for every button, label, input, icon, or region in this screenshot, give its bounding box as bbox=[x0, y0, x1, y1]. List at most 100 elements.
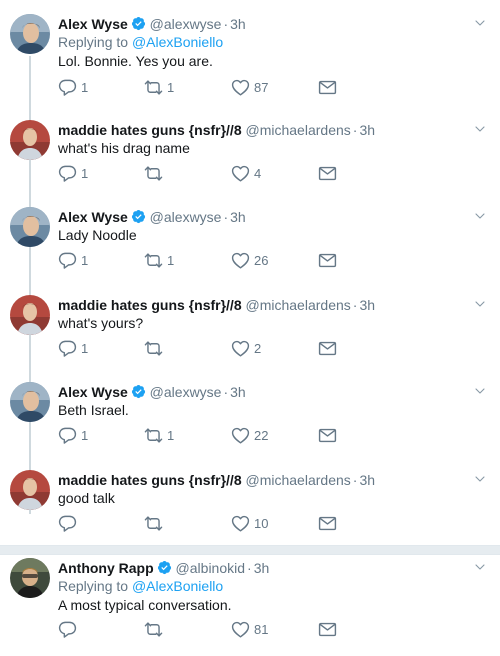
like-count: 10 bbox=[254, 516, 269, 531]
user-handle[interactable]: @alexwyse bbox=[150, 384, 222, 400]
section-divider bbox=[0, 545, 500, 555]
like-icon bbox=[231, 514, 250, 533]
tweet-header: maddie hates guns {nsfr}//8 @michaelarde… bbox=[58, 297, 375, 314]
display-name[interactable]: Alex Wyse bbox=[58, 384, 128, 400]
like-button[interactable]: 2 bbox=[231, 339, 261, 358]
user-handle[interactable]: @alexwyse bbox=[150, 209, 222, 225]
separator-dot: · bbox=[223, 209, 229, 225]
retweet-button[interactable] bbox=[144, 514, 167, 533]
like-count: 4 bbox=[254, 166, 262, 181]
retweet-button[interactable] bbox=[144, 164, 167, 183]
timestamp[interactable]: 3h bbox=[230, 384, 246, 400]
reply-button[interactable] bbox=[58, 514, 81, 533]
user-handle[interactable]: @michaelardens bbox=[246, 297, 351, 313]
like-count: 2 bbox=[254, 341, 262, 356]
chevron-down-icon[interactable] bbox=[474, 17, 486, 29]
retweet-count: 1 bbox=[167, 253, 175, 268]
like-button[interactable]: 4 bbox=[231, 164, 261, 183]
avatar[interactable] bbox=[10, 470, 50, 510]
replying-to: Replying to @AlexBoniello bbox=[58, 578, 223, 594]
like-button[interactable]: 81 bbox=[231, 620, 268, 639]
display-name[interactable]: Anthony Rapp bbox=[58, 560, 154, 576]
action-bar: 1 2 bbox=[58, 339, 358, 361]
like-button[interactable]: 10 bbox=[231, 514, 268, 533]
tweet[interactable]: Alex Wyse @alexwyse · 3h Lady Noodle 1 1 2… bbox=[0, 207, 500, 279]
reply-button[interactable]: 1 bbox=[58, 251, 88, 270]
user-handle[interactable]: @michaelardens bbox=[246, 122, 351, 138]
tweet-text: good talk bbox=[58, 490, 115, 506]
avatar[interactable] bbox=[10, 382, 50, 422]
display-name[interactable]: Alex Wyse bbox=[58, 209, 128, 225]
tweet[interactable]: maddie hates guns {nsfr}//8 @michaelarde… bbox=[0, 470, 500, 542]
chevron-down-icon[interactable] bbox=[474, 473, 486, 485]
retweet-icon bbox=[144, 426, 163, 445]
direct-message-button[interactable] bbox=[318, 514, 337, 533]
like-button[interactable]: 87 bbox=[231, 78, 268, 97]
user-handle[interactable]: @michaelardens bbox=[246, 472, 351, 488]
avatar[interactable] bbox=[10, 295, 50, 335]
reply-button[interactable]: 1 bbox=[58, 339, 88, 358]
reply-button[interactable]: 1 bbox=[58, 78, 88, 97]
like-icon bbox=[231, 78, 250, 97]
retweet-button[interactable] bbox=[144, 620, 167, 639]
retweet-button[interactable]: 1 bbox=[144, 78, 174, 97]
display-name[interactable]: maddie hates guns {nsfr}//8 bbox=[58, 122, 242, 138]
reply-button[interactable] bbox=[58, 620, 81, 639]
timestamp[interactable]: 3h bbox=[359, 297, 375, 313]
action-bar: 1 1 26 bbox=[58, 251, 358, 273]
display-name[interactable]: maddie hates guns {nsfr}//8 bbox=[58, 472, 242, 488]
avatar[interactable] bbox=[10, 558, 50, 598]
user-handle[interactable]: @albinokid bbox=[176, 560, 245, 576]
retweet-count: 1 bbox=[167, 428, 175, 443]
reply-icon bbox=[58, 164, 77, 183]
direct-message-button[interactable] bbox=[318, 164, 337, 183]
tweet[interactable]: maddie hates guns {nsfr}//8 @michaelarde… bbox=[0, 120, 500, 192]
chevron-down-icon[interactable] bbox=[474, 561, 486, 573]
timestamp[interactable]: 3h bbox=[230, 209, 246, 225]
direct-message-button[interactable] bbox=[318, 426, 337, 445]
direct-message-button[interactable] bbox=[318, 251, 337, 270]
envelope-icon bbox=[318, 339, 337, 358]
chevron-down-icon[interactable] bbox=[474, 210, 486, 222]
chevron-down-icon[interactable] bbox=[474, 123, 486, 135]
user-handle[interactable]: @alexwyse bbox=[150, 16, 222, 32]
retweet-icon bbox=[144, 514, 163, 533]
tweet[interactable]: Alex Wyse @alexwyse · 3h Replying to @Alex… bbox=[0, 14, 500, 104]
chevron-down-icon[interactable] bbox=[474, 385, 486, 397]
separator-dot: · bbox=[247, 560, 252, 576]
avatar[interactable] bbox=[10, 120, 50, 160]
direct-message-button[interactable] bbox=[318, 78, 337, 97]
action-bar: 81 bbox=[58, 620, 358, 642]
display-name[interactable]: maddie hates guns {nsfr}//8 bbox=[58, 297, 242, 313]
avatar[interactable] bbox=[10, 207, 50, 247]
separator-dot: · bbox=[352, 297, 358, 313]
reply-button[interactable]: 1 bbox=[58, 426, 88, 445]
tweet[interactable]: Alex Wyse @alexwyse · 3h Beth Israel. 1 1 … bbox=[0, 382, 500, 454]
reply-button[interactable]: 1 bbox=[58, 164, 88, 183]
mention-link[interactable]: @AlexBoniello bbox=[132, 34, 223, 50]
action-bar: 1 1 22 bbox=[58, 426, 358, 448]
timestamp[interactable]: 3h bbox=[254, 560, 270, 576]
envelope-icon bbox=[318, 514, 337, 533]
retweet-icon bbox=[144, 251, 163, 270]
retweet-button[interactable] bbox=[144, 339, 167, 358]
reply-count: 1 bbox=[81, 253, 89, 268]
retweet-button[interactable]: 1 bbox=[144, 251, 174, 270]
direct-message-button[interactable] bbox=[318, 339, 337, 358]
envelope-icon bbox=[318, 620, 337, 639]
direct-message-button[interactable] bbox=[318, 620, 337, 639]
like-button[interactable]: 26 bbox=[231, 251, 268, 270]
tweet[interactable]: maddie hates guns {nsfr}//8 @michaelarde… bbox=[0, 295, 500, 367]
avatar[interactable] bbox=[10, 14, 50, 54]
chevron-down-icon[interactable] bbox=[474, 298, 486, 310]
display-name[interactable]: Alex Wyse bbox=[58, 16, 128, 32]
like-count: 22 bbox=[254, 428, 269, 443]
timestamp[interactable]: 3h bbox=[359, 122, 375, 138]
timestamp[interactable]: 3h bbox=[230, 16, 246, 32]
tweet[interactable]: Anthony Rapp @albinokid · 3h Replying to @… bbox=[0, 558, 500, 653]
tweet-header: maddie hates guns {nsfr}//8 @michaelarde… bbox=[58, 122, 375, 139]
timestamp[interactable]: 3h bbox=[359, 472, 375, 488]
retweet-button[interactable]: 1 bbox=[144, 426, 174, 445]
like-button[interactable]: 22 bbox=[231, 426, 268, 445]
mention-link[interactable]: @AlexBoniello bbox=[132, 578, 223, 594]
